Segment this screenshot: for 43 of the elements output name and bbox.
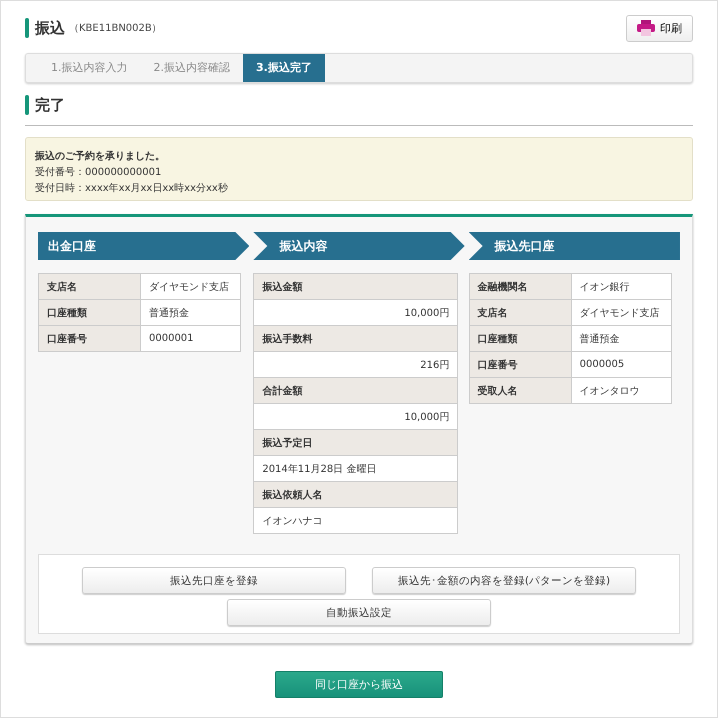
notice-message: 振込のご予約を承りました。 <box>35 150 166 164</box>
field-value: ダイヤモンド支店 <box>571 300 672 326</box>
printer-icon <box>637 20 655 36</box>
field-value: 216円 <box>254 352 458 378</box>
register-button[interactable]: 自動振込設定 <box>227 599 491 626</box>
register-button[interactable]: 振込先･金額の内容を登録(パターンを登録) <box>372 567 636 594</box>
field-label: 合計金額 <box>254 378 458 404</box>
field-value: イオン銀行 <box>571 274 672 300</box>
panel-header: 振込先口座 <box>468 232 680 260</box>
field-value: 2014年11月28日 金曜日 <box>254 456 458 482</box>
notice-line: 受付日時：xxxx年xx月xx日xx時xx分xx秒 <box>35 182 229 196</box>
field-label: 振込金額 <box>254 274 458 300</box>
field-value: 10,000円 <box>254 404 458 430</box>
section-title: 完了 <box>35 96 65 114</box>
register-button[interactable]: 振込先口座を登録 <box>82 567 346 594</box>
field-value: 普通預金 <box>140 300 240 326</box>
notice-line: 受付番号：000000000001 <box>35 166 162 180</box>
field-value: 10,000円 <box>254 300 458 326</box>
field-label: 振込予定日 <box>254 430 458 456</box>
panel-header: 出金口座 <box>38 232 250 260</box>
field-label: 振込依頼人名 <box>254 482 458 508</box>
field-label: 口座番号 <box>38 326 140 352</box>
step-label: 1.振込内容入力 <box>50 60 128 76</box>
field-label: 支店名 <box>469 300 572 326</box>
page-title: 振込 <box>35 18 65 38</box>
field-value: イオンハナコ <box>254 508 458 534</box>
step-label: 2.振込内容確認 <box>152 60 231 76</box>
field-value: 普通預金 <box>571 326 672 352</box>
print-button[interactable]: 印刷 <box>626 14 693 42</box>
field-label: 金融機関名 <box>469 274 572 300</box>
field-value: ダイヤモンド支店 <box>140 274 240 300</box>
screen-code: （KBE11BN002B） <box>69 22 162 35</box>
field-label: 口座番号 <box>469 352 572 378</box>
field-label: 口座種類 <box>469 326 572 352</box>
field-value: 0000001 <box>140 326 240 352</box>
panel-header: 振込内容 <box>253 232 465 260</box>
field-value: イオンタロウ <box>571 378 672 404</box>
field-label: 口座種類 <box>38 300 140 326</box>
field-label: 支店名 <box>38 274 140 300</box>
step-label: 3.振込完了 <box>243 54 325 82</box>
field-label: 受取人名 <box>469 378 572 404</box>
field-value: 0000005 <box>571 352 672 378</box>
field-label: 振込手数料 <box>254 326 458 352</box>
